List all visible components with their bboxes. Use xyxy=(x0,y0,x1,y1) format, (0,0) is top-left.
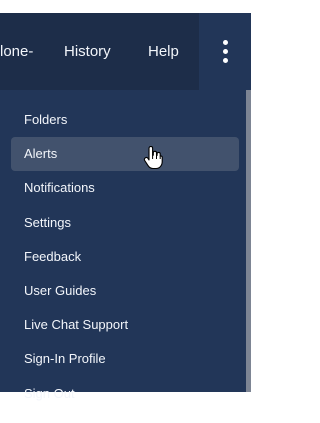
menu-item-user-guides[interactable]: User Guides xyxy=(11,274,239,308)
menu-item-notifications[interactable]: Notifications xyxy=(11,171,239,205)
top-nav-item-zone[interactable]: lone- xyxy=(0,13,33,90)
top-nav-item-help[interactable]: Help xyxy=(148,13,179,90)
menu-item-settings[interactable]: Settings xyxy=(11,206,239,240)
kebab-vertical-icon xyxy=(222,40,228,63)
menu-item-feedback[interactable]: Feedback xyxy=(11,240,239,274)
top-navigation-bar: lone- History Help xyxy=(0,13,251,90)
menu-item-alerts[interactable]: Alerts xyxy=(11,137,239,172)
menu-item-folders[interactable]: Folders xyxy=(11,103,239,137)
more-options-button[interactable] xyxy=(199,13,251,90)
top-nav-item-history[interactable]: History xyxy=(64,13,111,90)
menu-item-sign-out[interactable]: Sign Out xyxy=(11,377,239,411)
menu-item-sign-in-profile[interactable]: Sign-In Profile xyxy=(11,342,239,376)
dropdown-menu: Folders Alerts Notifications Settings Fe… xyxy=(0,90,251,401)
menu-item-live-chat-support[interactable]: Live Chat Support xyxy=(11,308,239,342)
